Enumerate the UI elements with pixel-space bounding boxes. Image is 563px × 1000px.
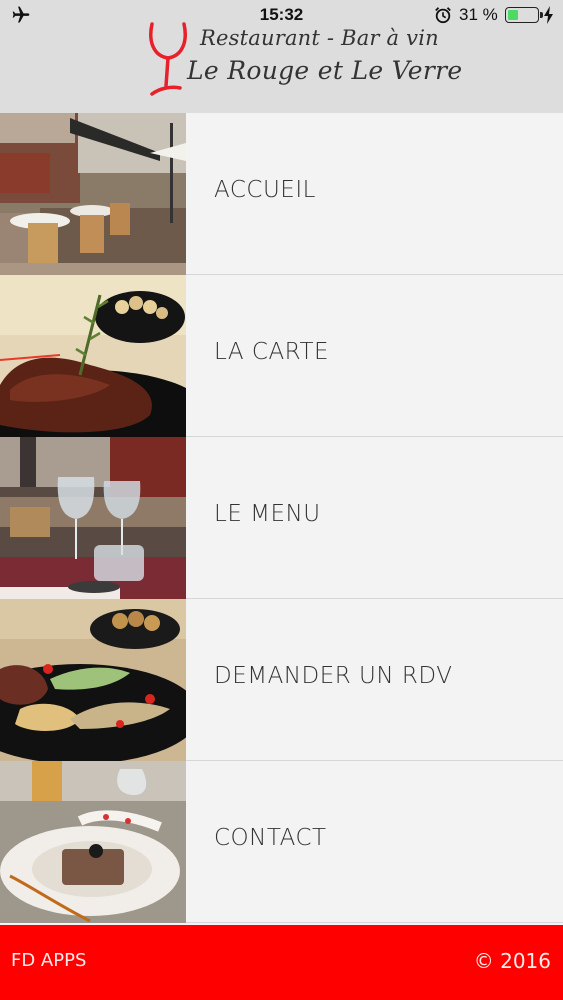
alarm-icon	[435, 7, 451, 24]
footer-copyright: © 2016	[473, 949, 551, 973]
app-footer: FD APPS © 2016	[0, 925, 563, 1000]
app-header: 15:32 31 % Restaurant - Bar à vin Le Rou…	[0, 0, 563, 113]
menu-item-label: CONTACT	[214, 825, 327, 851]
wine-glasses-table-photo	[0, 437, 186, 599]
plated-dish-photo	[0, 599, 186, 761]
menu-item-demander-un-rdv[interactable]: DEMANDER UN RDV	[0, 599, 563, 761]
menu-item-la-carte[interactable]: LA CARTE	[0, 275, 563, 437]
logo-tagline: Restaurant - Bar à vin	[200, 26, 439, 50]
menu-item-le-menu[interactable]: LE MENU	[0, 437, 563, 599]
footer-brand: FD APPS	[11, 950, 87, 971]
wine-glass-logo-icon	[149, 22, 187, 96]
dessert-plate-photo	[0, 761, 186, 923]
menu-item-label: ACCUEIL	[214, 177, 316, 203]
steak-dish-photo	[0, 275, 186, 437]
menu-item-contact[interactable]: CONTACT	[0, 761, 563, 923]
battery-icon	[505, 7, 543, 23]
charging-bolt-icon	[544, 6, 553, 24]
battery-percent: 31 %	[459, 5, 498, 24]
menu-item-label: DEMANDER UN RDV	[214, 663, 453, 689]
logo-name: Le Rouge et Le Verre	[187, 56, 463, 85]
main-menu: ACCUEIL LA CARTE LE MENU DEMANDER UN RDV…	[0, 113, 563, 925]
menu-item-accueil[interactable]: ACCUEIL	[0, 113, 563, 275]
restaurant-terrace-photo	[0, 113, 186, 275]
menu-item-label: LA CARTE	[214, 339, 330, 365]
menu-item-label: LE MENU	[214, 501, 321, 527]
